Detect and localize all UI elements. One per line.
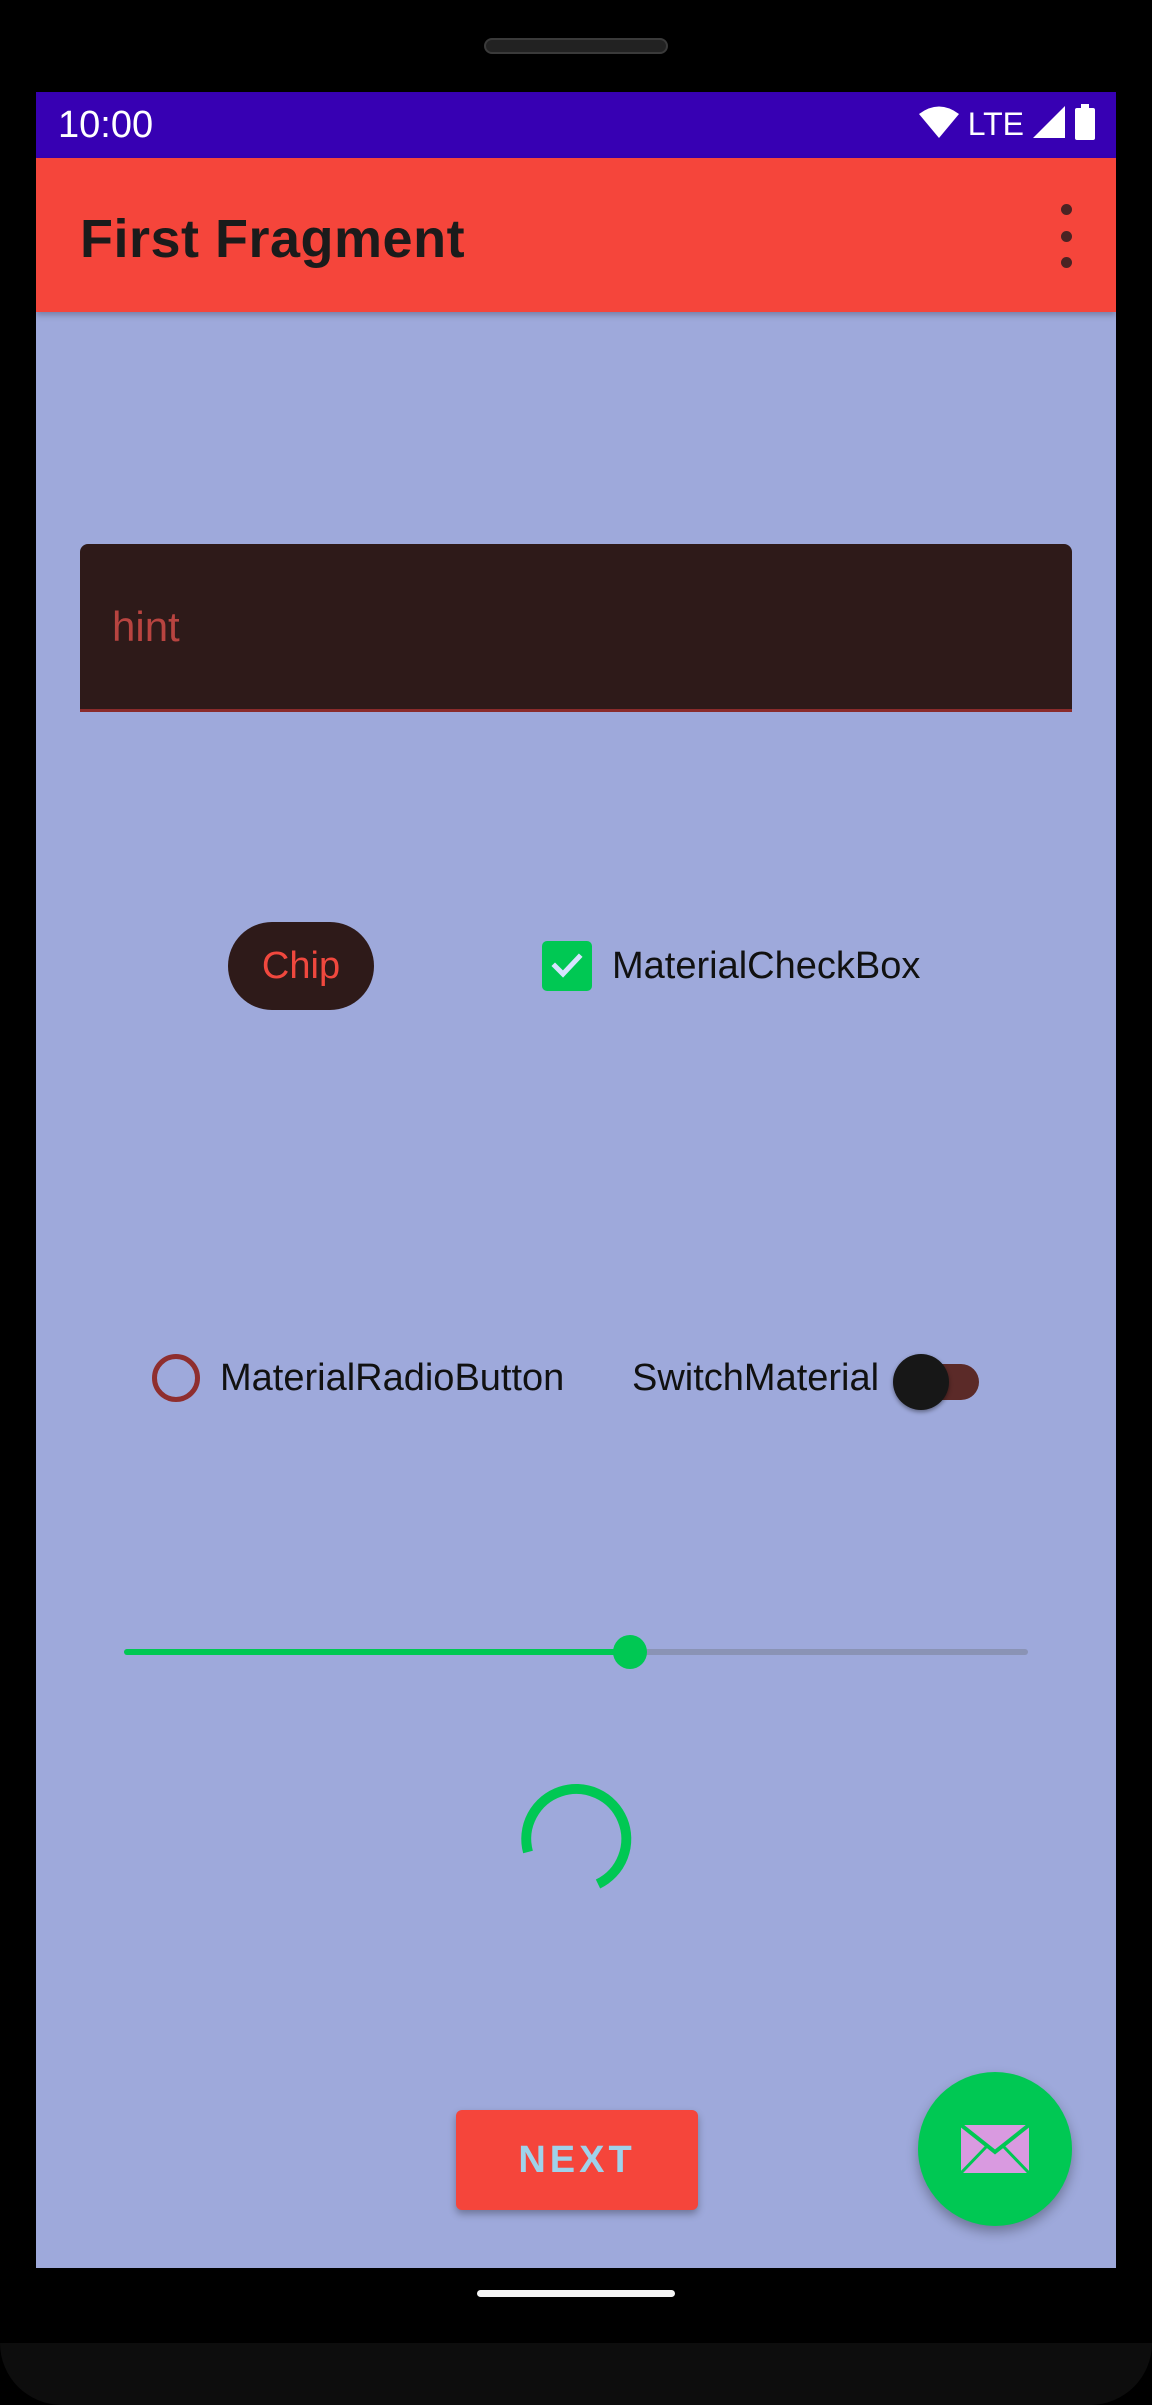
switch-toggle[interactable] [893,1348,983,1410]
status-time: 10:00 [58,104,154,146]
slider[interactable] [124,1628,1028,1676]
checkbox-label: MaterialCheckBox [612,944,921,987]
checkbox-box[interactable] [542,941,592,991]
radio-label: MaterialRadioButton [220,1356,565,1399]
slider-thumb[interactable] [613,1635,648,1669]
hint-input[interactable] [80,544,1072,709]
battery-icon [1074,103,1096,145]
text-field [80,544,1072,712]
network-type: LTE [967,105,1024,142]
next-button[interactable]: NEXT [456,2110,698,2210]
signal-icon [1032,105,1066,144]
app-bar: First Fragment [36,158,1116,312]
switch-material[interactable]: SwitchMaterial [632,1348,983,1410]
email-fab[interactable] [918,2072,1072,2226]
status-bar: 10:00 LTE [36,92,1116,158]
status-icons: LTE [918,103,1096,145]
wifi-icon [918,105,960,144]
switch-label: SwitchMaterial [632,1356,880,1399]
phone-frame: 10:00 LTE First Fragment hint Chip Mater… [0,0,1152,2405]
overflow-menu-button[interactable] [1056,204,1076,268]
overflow-dot-icon [1060,257,1072,268]
switch-thumb[interactable] [893,1354,950,1410]
navigation-gesture-handle[interactable] [477,2290,675,2297]
checkmark-icon [551,953,583,978]
app-title: First Fragment [80,209,466,269]
phone-chin [0,2343,1152,2405]
app-screen: 10:00 LTE First Fragment hint Chip Mater… [36,92,1116,2268]
overflow-dot-icon [1060,204,1072,215]
circular-progress-indicator [521,1783,632,1889]
slider-track-active [124,1649,631,1655]
overflow-dot-icon [1060,230,1072,242]
radio-circle[interactable] [152,1354,200,1402]
material-radio-button[interactable]: MaterialRadioButton [152,1348,564,1408]
speaker-grille [484,38,668,54]
mail-icon [960,2124,1030,2174]
material-checkbox[interactable]: MaterialCheckBox [542,940,920,992]
chip[interactable]: Chip [228,922,374,1010]
